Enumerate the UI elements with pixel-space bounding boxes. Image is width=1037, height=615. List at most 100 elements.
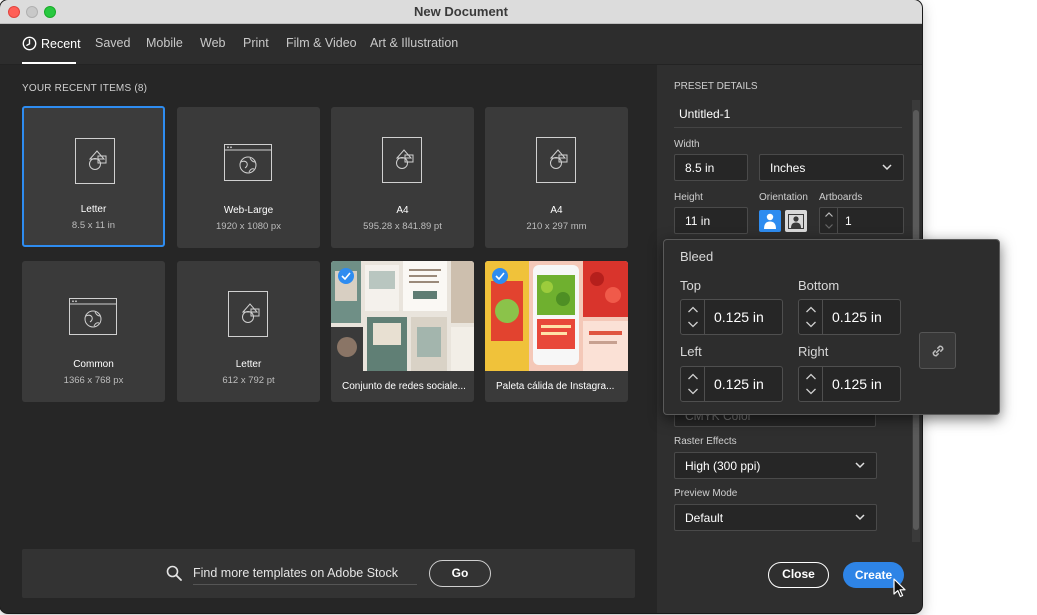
card-name: Letter <box>235 359 262 370</box>
selected-check-icon <box>338 268 354 284</box>
bleed-bottom-stepper[interactable] <box>799 300 823 334</box>
preset-card-web-large[interactable]: Web-Large 1920 x 1080 px <box>177 107 320 248</box>
tab-saved[interactable]: Saved <box>95 36 130 64</box>
bleed-left-value: 0.125 in <box>714 376 764 392</box>
height-input[interactable]: 11 in <box>674 207 748 234</box>
preset-card-letter[interactable]: Letter 8.5 x 11 in <box>22 106 165 247</box>
card-size: 595.28 x 841.89 pt <box>363 221 442 232</box>
preset-card-a4-pt[interactable]: A4 595.28 x 841.89 pt <box>331 107 474 248</box>
artboards-value: 1 <box>845 214 852 228</box>
mouse-pointer-icon <box>893 578 906 598</box>
link-icon <box>932 345 944 357</box>
recent-items-heading: YOUR RECENT ITEMS (8) <box>22 83 148 94</box>
width-input[interactable]: 8.5 in <box>674 154 748 181</box>
template-card-instagram[interactable]: Paleta cálida de Instagra... <box>485 261 628 402</box>
stepper-arrows-icon <box>806 373 816 395</box>
chevron-down-icon <box>855 514 865 521</box>
artboards-input[interactable]: 1 <box>819 207 904 234</box>
card-size: 1920 x 1080 px <box>216 221 281 232</box>
link-bleed-values-button[interactable] <box>919 332 956 369</box>
bleed-left-stepper[interactable] <box>681 367 705 401</box>
bleed-title: Bleed <box>680 249 714 264</box>
units-select[interactable]: Inches <box>759 154 904 181</box>
tab-art-illustration[interactable]: Art & Illustration <box>370 36 458 64</box>
card-name: Web-Large <box>223 205 274 216</box>
units-value: Inches <box>770 161 806 175</box>
template-name: Paleta cálida de Instagra... <box>496 381 615 392</box>
bleed-top-stepper[interactable] <box>681 300 705 334</box>
preview-mode-value: Default <box>685 511 724 525</box>
document-shapes-icon <box>536 137 576 183</box>
web-globe-icon <box>69 298 117 335</box>
preset-card-a4-mm[interactable]: A4 210 x 297 mm <box>485 107 628 248</box>
chevron-down-icon <box>882 164 892 171</box>
card-name: Common <box>73 359 114 370</box>
landscape-orientation-button[interactable] <box>785 210 807 232</box>
stepper-arrows-icon <box>825 212 833 229</box>
stock-search-input[interactable]: Find more templates on Adobe Stock <box>193 566 398 580</box>
artboards-stepper[interactable] <box>820 208 838 233</box>
document-name-input[interactable]: Untitled-1 <box>674 100 902 128</box>
raster-effects-select[interactable]: High (300 ppi) <box>674 452 877 479</box>
tab-web[interactable]: Web <box>200 36 225 64</box>
card-size: 1366 x 768 px <box>63 375 124 386</box>
stepper-arrows-icon <box>806 306 816 328</box>
bleed-popover: Bleed Top 0.125 in Bottom 0.125 in Left … <box>663 239 1000 415</box>
bleed-right-value: 0.125 in <box>832 376 882 392</box>
document-shapes-icon <box>75 138 115 184</box>
height-label: Height <box>674 192 703 203</box>
preview-mode-select[interactable]: Default <box>674 504 877 531</box>
card-name: A4 <box>550 205 563 216</box>
bleed-bottom-input[interactable]: 0.125 in <box>798 299 901 335</box>
go-button[interactable]: Go <box>429 560 491 587</box>
bleed-bottom-value: 0.125 in <box>832 309 882 325</box>
preset-card-common[interactable]: Common 1366 x 768 px <box>22 261 165 402</box>
portrait-icon <box>764 213 776 229</box>
close-button[interactable]: Close <box>768 562 829 588</box>
width-label: Width <box>674 139 700 150</box>
template-name: Conjunto de redes sociale... <box>342 381 466 392</box>
chevron-down-icon <box>855 462 865 469</box>
tab-mobile[interactable]: Mobile <box>146 36 183 64</box>
bleed-top-label: Top <box>680 278 701 293</box>
bleed-left-input[interactable]: 0.125 in <box>680 366 783 402</box>
bleed-right-label: Right <box>798 344 829 359</box>
template-card-social[interactable]: Conjunto de redes sociale... <box>331 261 474 402</box>
preview-mode-label: Preview Mode <box>674 488 738 499</box>
tab-print[interactable]: Print <box>243 36 269 64</box>
card-name: Letter <box>80 204 107 215</box>
tab-recent-label: Recent <box>41 37 81 51</box>
adobe-stock-search-bar: Find more templates on Adobe Stock Go <box>22 549 635 598</box>
card-size: 612 x 792 pt <box>222 375 275 386</box>
selected-check-icon <box>492 268 508 284</box>
card-size: 8.5 x 11 in <box>71 220 116 231</box>
card-size: 210 x 297 mm <box>526 221 587 232</box>
recent-items-panel: YOUR RECENT ITEMS (8) Letter 8.5 x 11 in… <box>0 65 657 613</box>
preset-details-heading: PRESET DETAILS <box>674 81 758 92</box>
artboards-label: Artboards <box>819 192 863 203</box>
raster-effects-value: High (300 ppi) <box>685 459 761 473</box>
orientation-label: Orientation <box>759 192 808 203</box>
title-bar: New Document <box>0 0 922 24</box>
search-icon <box>166 565 182 581</box>
tab-film-video[interactable]: Film & Video <box>286 36 357 64</box>
raster-effects-label: Raster Effects <box>674 436 737 447</box>
web-globe-icon <box>224 144 272 181</box>
bleed-left-label: Left <box>680 344 702 359</box>
preset-card-letter-pt[interactable]: Letter 612 x 792 pt <box>177 261 320 402</box>
bleed-right-stepper[interactable] <box>799 367 823 401</box>
landscape-icon <box>788 214 804 229</box>
stepper-arrows-icon <box>688 306 698 328</box>
bleed-right-input[interactable]: 0.125 in <box>798 366 901 402</box>
bleed-top-value: 0.125 in <box>714 309 764 325</box>
stepper-arrows-icon <box>688 373 698 395</box>
search-underline <box>193 584 417 585</box>
clock-icon <box>22 36 37 51</box>
card-name: A4 <box>396 205 409 216</box>
category-tabs: Recent Saved Mobile Web Print Film & Vid… <box>0 24 922 65</box>
bleed-top-input[interactable]: 0.125 in <box>680 299 783 335</box>
bleed-bottom-label: Bottom <box>798 278 840 293</box>
portrait-orientation-button[interactable] <box>759 210 781 232</box>
tab-recent[interactable]: Recent <box>22 36 81 64</box>
document-shapes-icon <box>382 137 422 183</box>
